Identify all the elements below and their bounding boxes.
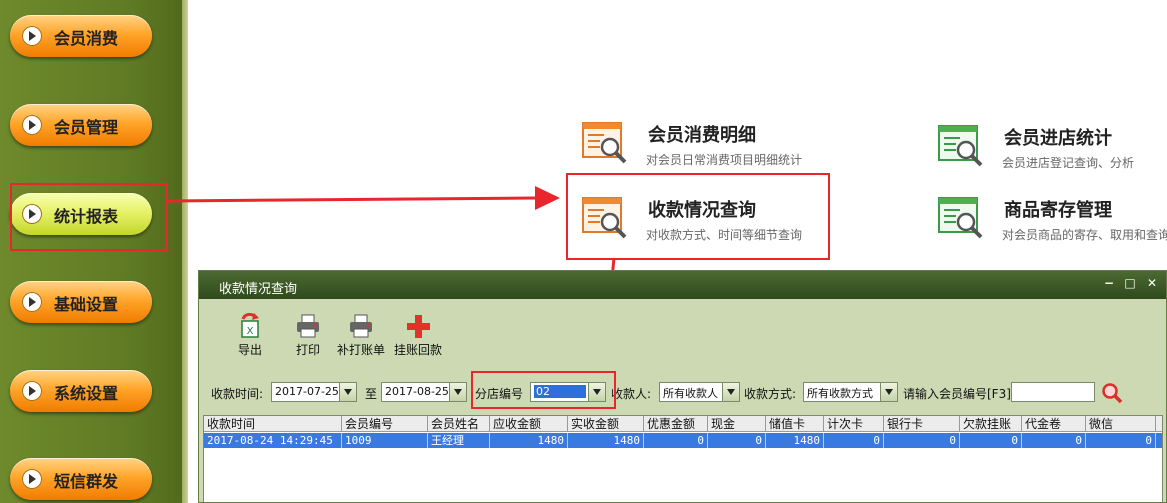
column-header[interactable]: 收款时间 (204, 416, 342, 432)
export-label: 导出 (237, 343, 262, 357)
date-from-value: 2017-07-25 (275, 385, 339, 398)
cell-time: 2017-08-24 14:29:45 (204, 433, 342, 448)
member-id-input[interactable] (1011, 382, 1095, 402)
cell-amount-paid: 1480 (568, 433, 644, 448)
search-icon[interactable] (1101, 382, 1123, 404)
column-header[interactable]: 应收金额 (490, 416, 568, 432)
column-header[interactable]: 计次卡 (824, 416, 884, 432)
column-header[interactable]: 代金卷 (1022, 416, 1086, 432)
column-header[interactable]: 优惠金额 (644, 416, 708, 432)
cell-cash: 0 (708, 433, 766, 448)
cell-voucher: 0 (1022, 433, 1086, 448)
dialog-title: 收款情况查询 (219, 282, 298, 297)
cell-member-id: 1009 (342, 433, 428, 448)
cell-amount-due: 1480 (490, 433, 568, 448)
printer-icon (350, 314, 372, 338)
method-select[interactable]: 所有收款方式 (803, 382, 898, 402)
annotation-box-store-filter (471, 371, 616, 409)
excel-export-icon: X (241, 313, 259, 338)
plus-icon (407, 315, 430, 338)
cell-stored-card: 1480 (766, 433, 824, 448)
column-header[interactable]: 会员姓名 (428, 416, 490, 432)
cell-bank-card: 0 (884, 433, 960, 448)
cell-credit: 0 (960, 433, 1022, 448)
to-label: 至 (365, 387, 378, 401)
feature-desc: 会员进店登记查询、分析 (1002, 156, 1135, 170)
chevron-down-icon[interactable] (722, 383, 739, 401)
export-button[interactable]: X 导出 (237, 313, 263, 358)
minimize-button[interactable]: − (1102, 276, 1116, 290)
print-label: 打印 (295, 343, 320, 357)
feature-title: 会员进店统计 (1004, 128, 1112, 149)
reprint-bill-button[interactable]: 补打账单 (337, 313, 385, 358)
column-header[interactable]: 银行卡 (884, 416, 960, 432)
close-button[interactable]: ✕ (1145, 276, 1159, 290)
report-search-icon (582, 122, 627, 164)
chevron-down-icon[interactable] (339, 383, 356, 401)
payee-value: 所有收款人 (663, 387, 718, 400)
column-header[interactable]: 会员编号 (342, 416, 428, 432)
arrow-line-horizontal (167, 196, 536, 203)
time-label: 收款时间: (211, 387, 264, 401)
dialog-titlebar[interactable]: 收款情况查询 − □ ✕ (199, 271, 1166, 299)
date-from-select[interactable]: 2017-07-25 (271, 382, 357, 402)
annotation-box-feature (566, 173, 830, 260)
reprint-label: 补打账单 (337, 343, 386, 357)
payment-table[interactable]: 收款时间 会员编号 会员姓名 应收金额 实收金额 优惠金额 现金 储值卡 计次卡… (203, 415, 1163, 502)
feature-member-visit-stats[interactable]: 会员进店统计 会员进店登记查询、分析 (938, 124, 1167, 184)
feature-desc: 对会员日常消费项目明细统计 (646, 153, 803, 167)
svg-text:X: X (247, 326, 254, 337)
arrow-head-right (535, 186, 560, 210)
payee-label: 收款人: (611, 387, 652, 401)
cell-discount: 0 (644, 433, 708, 448)
cell-wechat: 0 (1086, 433, 1156, 448)
column-header[interactable]: 现金 (708, 416, 766, 432)
feature-title: 会员消费明细 (648, 125, 756, 146)
feature-title: 商品寄存管理 (1004, 200, 1112, 221)
member-label: 请输入会员编号[F3] (903, 387, 1011, 401)
column-header[interactable]: 欠款挂账 (960, 416, 1022, 432)
payment-query-dialog: 收款情况查询 − □ ✕ X 导出 打印 补打账单 挂账回款 收款时间: 201… (198, 270, 1167, 503)
column-header[interactable]: 储值卡 (766, 416, 824, 432)
printer-icon (297, 314, 319, 338)
report-search-icon (938, 197, 983, 239)
method-value: 所有收款方式 (807, 387, 873, 400)
print-button[interactable]: 打印 (295, 313, 321, 358)
table-row[interactable]: 2017-08-24 14:29:45 1009 王经理 1480 1480 0… (204, 433, 1162, 448)
maximize-button[interactable]: □ (1123, 276, 1137, 290)
date-to-select[interactable]: 2017-08-25 (381, 382, 467, 402)
repay-credit-button[interactable]: 挂账回款 (394, 313, 442, 358)
chevron-down-icon[interactable] (449, 383, 466, 401)
column-header[interactable]: 实收金额 (568, 416, 644, 432)
feature-goods-deposit[interactable]: 商品寄存管理 对会员商品的寄存、取用和查询 (938, 196, 1167, 256)
date-to-value: 2017-08-25 (385, 385, 449, 398)
table-header: 收款时间 会员编号 会员姓名 应收金额 实收金额 优惠金额 现金 储值卡 计次卡… (204, 416, 1162, 432)
chevron-down-icon[interactable] (880, 383, 897, 401)
report-search-icon (938, 125, 983, 167)
repay-label: 挂账回款 (394, 343, 443, 357)
feature-desc: 对会员商品的寄存、取用和查询 (1002, 228, 1167, 242)
cell-member-name: 王经理 (428, 433, 490, 448)
cell-count-card: 0 (824, 433, 884, 448)
payee-select[interactable]: 所有收款人 (659, 382, 740, 402)
column-header[interactable]: 微信 (1086, 416, 1156, 432)
method-label: 收款方式: (744, 387, 797, 401)
feature-member-consume-detail[interactable]: 会员消费明细 对会员日常消费项目明细统计 (582, 121, 842, 181)
